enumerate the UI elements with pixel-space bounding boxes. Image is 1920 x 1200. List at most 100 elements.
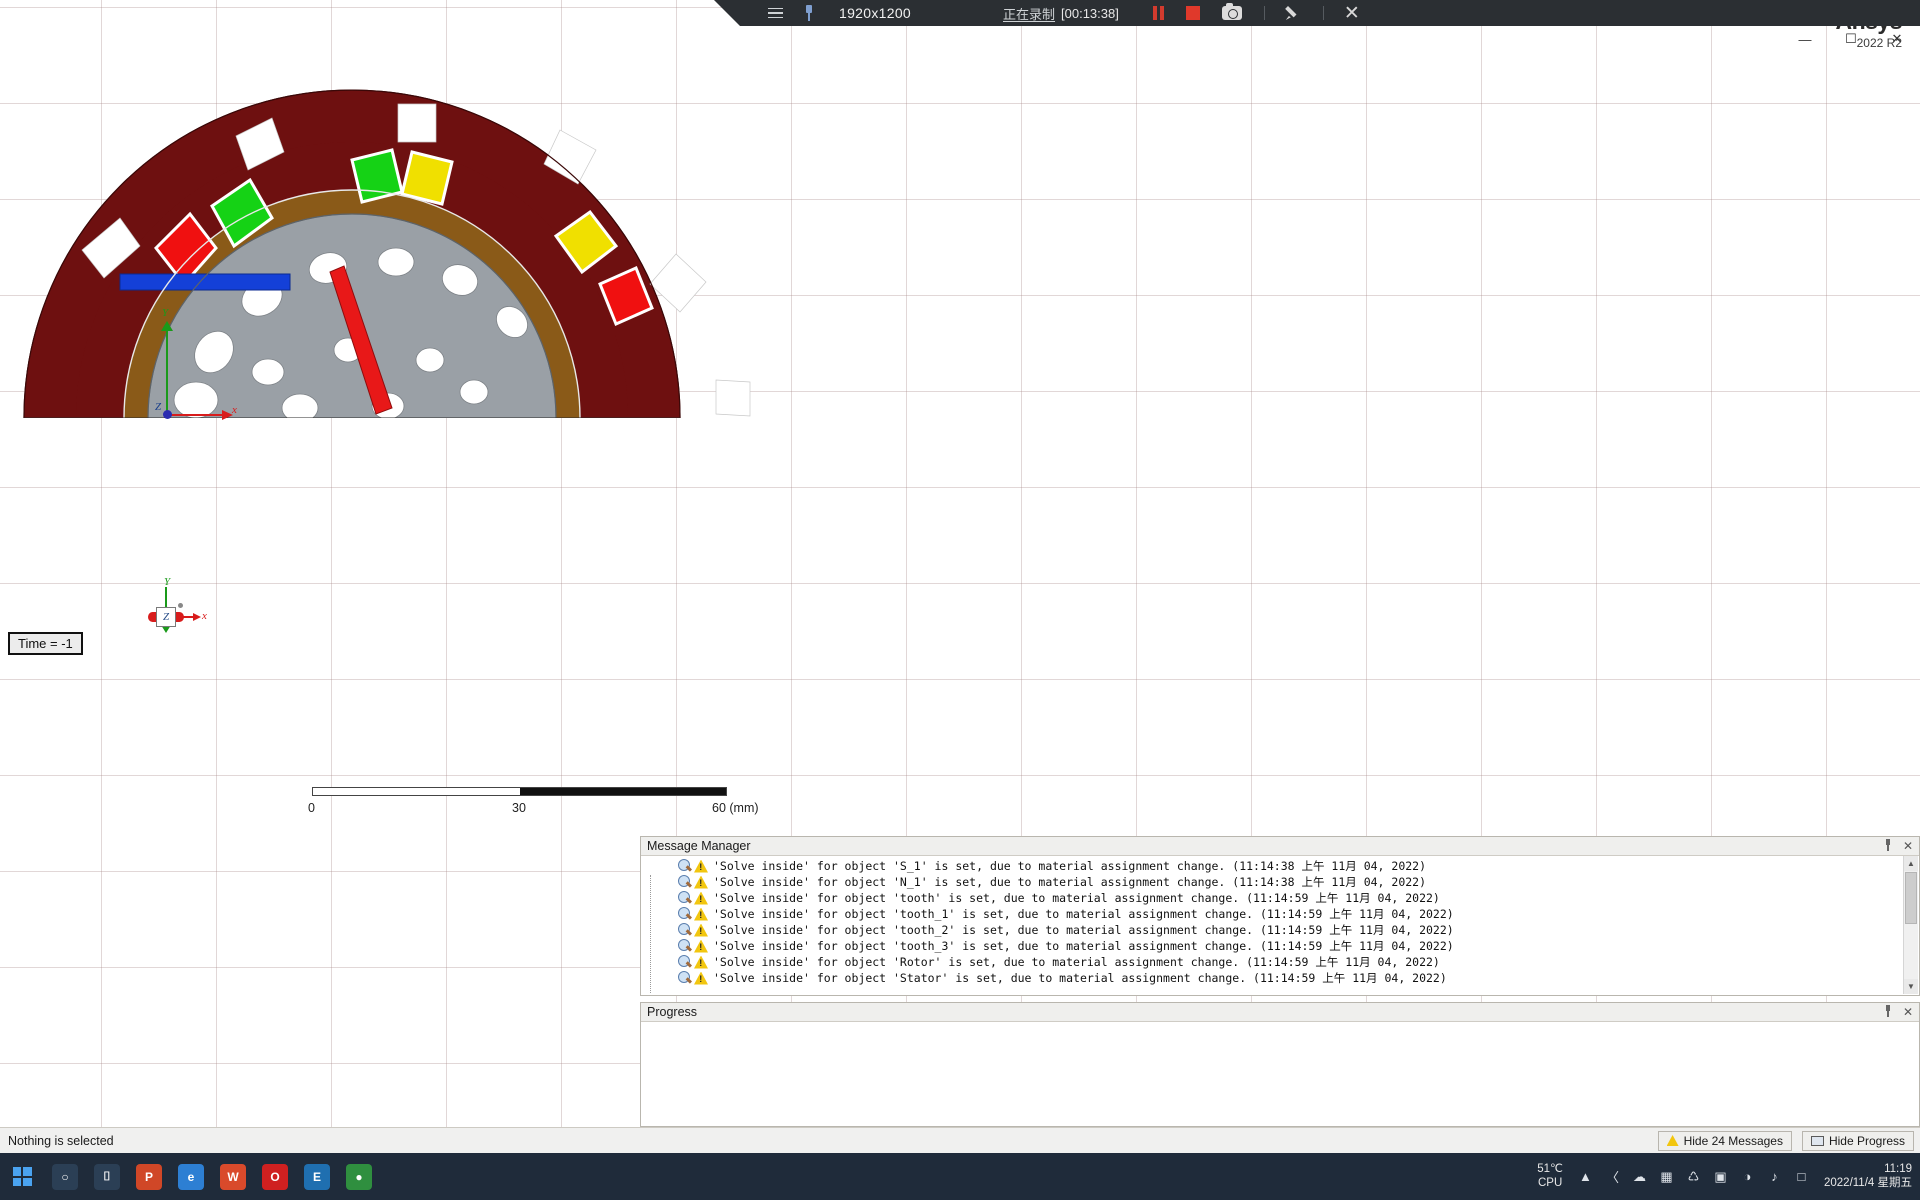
message-row[interactable]: 'Solve inside' for object 'tooth_3' is s… (642, 938, 1918, 954)
taskbar-app-button[interactable]: P (128, 1153, 170, 1200)
message-row[interactable]: 'Solve inside' for object 'Rotor' is set… (642, 954, 1918, 970)
axis-z-label: Z (155, 401, 161, 413)
message-list[interactable]: 'Solve inside' for object 'S_1' is set, … (642, 856, 1918, 986)
start-button[interactable] (0, 1153, 44, 1200)
scroll-thumb[interactable] (1905, 872, 1917, 924)
search-icon (678, 859, 692, 873)
system-tray[interactable]: 51℃ CPU ▲ 〈 ☁ ▦ ♺ ▣ ◑ ♪ □ 11:19 2022/11/… (1537, 1163, 1920, 1191)
cpu-temp-value: 51℃ (1537, 1163, 1563, 1176)
close-icon[interactable]: ✕ (1903, 839, 1913, 853)
message-row[interactable]: 'Solve inside' for object 'Stator' is se… (642, 970, 1918, 986)
edge-icon: e (178, 1164, 204, 1190)
recorder-notch (714, 0, 740, 26)
message-text: 'Solve inside' for object 'tooth_1' is s… (713, 906, 1454, 922)
screenshot-button[interactable] (1222, 6, 1242, 20)
camera-icon (1222, 6, 1242, 20)
tray-network-icon[interactable]: ◑ (1739, 1168, 1756, 1185)
taskbar-app-button[interactable]: E (296, 1153, 338, 1200)
taskbar-app-button[interactable]: ● (338, 1153, 380, 1200)
pin-icon[interactable] (1883, 839, 1893, 851)
triad-x-label: x (202, 610, 207, 622)
close-button[interactable]: ✕ (1874, 26, 1920, 52)
message-row[interactable]: 'Solve inside' for object 'tooth_1' is s… (642, 906, 1918, 922)
scroll-up-arrow[interactable]: ▲ (1904, 856, 1918, 871)
search-icon (678, 875, 692, 889)
scroll-down-arrow[interactable]: ▼ (1904, 979, 1918, 994)
message-text: 'Solve inside' for object 'Rotor' is set… (713, 954, 1440, 970)
message-text: 'Solve inside' for object 'S_1' is set, … (713, 858, 1426, 874)
screen-recorder-toolbar[interactable]: 1920x1200 正在录制 [00:13:38] ✕ (740, 0, 1920, 26)
tray-grid-icon[interactable]: ▦ (1658, 1168, 1675, 1185)
warning-icon (1667, 1135, 1679, 1146)
stop-button[interactable] (1186, 6, 1200, 20)
message-manager-title: Message Manager (647, 839, 751, 853)
triad-z-box[interactable]: Z (156, 607, 176, 627)
axis-y-arrow (161, 321, 173, 331)
cpu-label: CPU (1537, 1177, 1563, 1190)
message-text: 'Solve inside' for object 'tooth' is set… (713, 890, 1440, 906)
divider (1264, 6, 1265, 20)
taskbar-app-button[interactable]: W (212, 1153, 254, 1200)
close-icon[interactable]: ✕ (1903, 1005, 1913, 1019)
tray-cloud-icon[interactable]: ☁ (1631, 1168, 1648, 1185)
recorder-close-button[interactable]: ✕ (1344, 4, 1360, 23)
pin-icon[interactable] (1883, 1005, 1893, 1017)
divider (1323, 6, 1324, 20)
windows-taskbar[interactable]: ○ ⌷ PeWOE ● 51℃ CPU ▲ 〈 ☁ ▦ ♺ ▣ ◑ ♪ □ 11:19… (0, 1153, 1920, 1200)
axis-y-line (166, 327, 168, 415)
hide-messages-button[interactable]: Hide 24 Messages (1658, 1131, 1792, 1151)
message-row[interactable]: 'Solve inside' for object 'tooth' is set… (642, 890, 1918, 906)
search-icon (678, 891, 692, 905)
taskbar-clock[interactable]: 11:19 2022/11/4 星期五 (1820, 1163, 1912, 1191)
message-list-container[interactable]: 'Solve inside' for object 'S_1' is set, … (642, 856, 1918, 994)
warning-icon (694, 860, 708, 873)
search-icon (678, 907, 692, 921)
powerpoint-icon: P (136, 1164, 162, 1190)
message-row[interactable]: 'Solve inside' for object 'tooth_2' is s… (642, 922, 1918, 938)
pause-button[interactable] (1153, 6, 1164, 20)
pin-icon[interactable] (801, 5, 817, 21)
tray-battery-icon[interactable]: ▣ (1712, 1168, 1729, 1185)
tray-shield-icon[interactable]: ♺ (1685, 1168, 1702, 1185)
chrome-icon: ● (346, 1164, 372, 1190)
taskbar-app-button[interactable]: ⌷ (86, 1153, 128, 1200)
message-row[interactable]: 'Solve inside' for object 'N_1' is set, … (642, 874, 1918, 890)
message-text: 'Solve inside' for object 'tooth_2' is s… (713, 922, 1454, 938)
message-text: 'Solve inside' for object 'tooth_3' is s… (713, 938, 1454, 954)
maximize-button[interactable]: ☐ (1828, 26, 1874, 52)
taskbar-app-button[interactable]: ○ (44, 1153, 86, 1200)
search-icon: ○ (52, 1164, 78, 1190)
editor-icon: E (304, 1164, 330, 1190)
axis-x-line (167, 414, 225, 416)
scale-tick-60: 60 (mm) (712, 801, 759, 815)
hamburger-icon[interactable] (768, 8, 783, 19)
tray-ime-icon[interactable]: 〈 (1604, 1168, 1621, 1185)
message-manager-header: Message Manager ✕ (641, 837, 1919, 856)
taskbar-apps[interactable]: ○ ⌷ PeWOE ● (44, 1153, 380, 1200)
message-scrollbar[interactable]: ▲ ▼ (1903, 856, 1918, 994)
recording-status: 正在录制 (1003, 4, 1055, 23)
scale-seg-dark (520, 788, 727, 795)
message-row[interactable]: 'Solve inside' for object 'S_1' is set, … (642, 858, 1918, 874)
cpu-temperature: 51℃ CPU (1537, 1163, 1563, 1189)
status-bar: Nothing is selected Hide 24 Messages Hid… (0, 1127, 1920, 1153)
annotate-button[interactable] (1285, 5, 1301, 21)
taskbar-app-button[interactable]: O (254, 1153, 296, 1200)
recording-resolution: 1920x1200 (839, 5, 911, 21)
time-indicator: Time = -1 (8, 632, 83, 655)
coil-yellow-1 (402, 152, 452, 204)
window-controls[interactable]: — ☐ ✕ (1782, 26, 1920, 52)
taskbar-app-button[interactable]: e (170, 1153, 212, 1200)
progress-icon (1811, 1136, 1824, 1146)
windows-start-icon (13, 1167, 32, 1186)
orientation-triad[interactable]: Z Y x (132, 583, 202, 653)
message-text: 'Solve inside' for object 'Stator' is se… (713, 970, 1447, 986)
scale-tick-30: 30 (512, 801, 526, 815)
hide-progress-button[interactable]: Hide Progress (1802, 1131, 1914, 1151)
minimize-button[interactable]: — (1782, 26, 1828, 52)
tray-expand-icon[interactable]: ▲ (1577, 1168, 1594, 1185)
clock-date: 2022/11/4 星期五 (1824, 1177, 1912, 1191)
stop-icon (1186, 6, 1200, 20)
tray-notification-icon[interactable]: □ (1793, 1168, 1810, 1185)
tray-volume-icon[interactable]: ♪ (1766, 1168, 1783, 1185)
